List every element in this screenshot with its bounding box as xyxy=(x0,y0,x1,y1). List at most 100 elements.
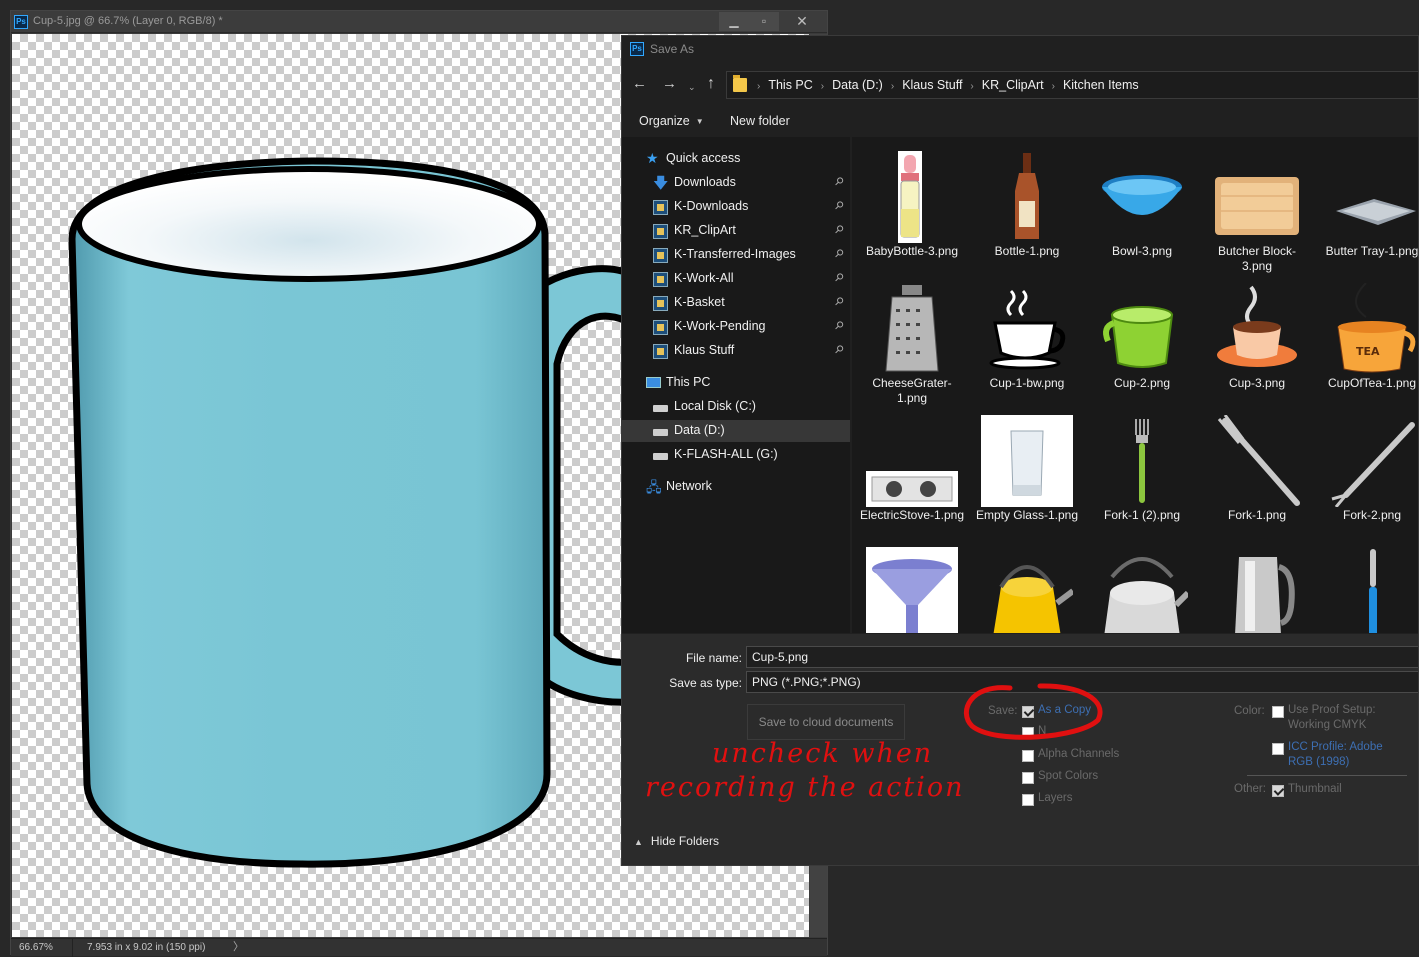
file-tile[interactable]: Butter Tray-1.png xyxy=(1318,141,1418,269)
file-tile[interactable] xyxy=(1088,537,1196,633)
file-tile[interactable] xyxy=(1203,537,1311,633)
thumbnail-checkbox[interactable] xyxy=(1272,785,1284,797)
pin-icon[interactable]: ⚲ xyxy=(832,174,847,189)
breadcrumb-separator-icon[interactable]: › xyxy=(757,81,760,92)
file-tile[interactable]: Bowl-3.png xyxy=(1088,141,1196,269)
pin-icon[interactable]: ⚲ xyxy=(832,294,847,309)
organize-button[interactable]: Organize ▼ xyxy=(639,114,704,128)
thumbnail-label: Thumbnail xyxy=(1288,783,1342,795)
nav-item[interactable]: K-Work-Pending ⚲ xyxy=(622,316,850,338)
file-tile[interactable]: Cup-3.png xyxy=(1203,273,1311,401)
forward-arrow-icon[interactable]: → xyxy=(662,74,677,94)
breadcrumb-separator-icon[interactable]: › xyxy=(821,81,824,92)
file-name: Butcher Block-3.png xyxy=(1217,244,1297,273)
nav-item[interactable]: Data (D:) xyxy=(622,420,850,442)
pin-icon[interactable]: ⚲ xyxy=(832,318,847,333)
file-tile[interactable]: Bottle-1.png xyxy=(973,141,1081,269)
pin-icon[interactable]: ⚲ xyxy=(832,222,847,237)
bowl-icon xyxy=(1102,175,1182,215)
caret-up-icon: ▲ xyxy=(634,837,643,847)
file-tile[interactable]: Cup-1-bw.png xyxy=(973,273,1081,401)
breadcrumb-item[interactable]: KR_ClipArt xyxy=(982,78,1044,92)
up-arrow-icon[interactable]: ↑ xyxy=(707,74,715,94)
maximize-button[interactable]: ▫ xyxy=(749,12,779,31)
breadcrumb-item[interactable]: Data (D:) xyxy=(832,78,883,92)
back-arrow-icon[interactable]: ← xyxy=(632,74,647,94)
file-tile[interactable]: Cup-2.png xyxy=(1088,273,1196,401)
document-info: 7.953 in x 9.02 in (150 ppi) xyxy=(87,942,206,953)
file-name: CupOfTea-1.png xyxy=(1327,376,1417,390)
nav-item[interactable]: K-Basket ⚲ xyxy=(622,292,850,314)
dialog-title-bar[interactable]: Ps Save As xyxy=(622,36,1418,64)
status-menu-arrow-icon[interactable]: 〉 xyxy=(233,939,244,957)
nav-item-label: Local Disk (C:) xyxy=(674,399,756,413)
nav-item[interactable]: K-Downloads ⚲ xyxy=(622,196,850,218)
notes-checkbox[interactable] xyxy=(1022,727,1034,739)
hide-folders-label: Hide Folders xyxy=(650,834,719,848)
alpha-channels-checkbox[interactable] xyxy=(1022,750,1034,762)
nav-item-label: K-Basket xyxy=(674,295,725,309)
document-title-bar[interactable]: Ps Cup-5.jpg @ 66.7% (Layer 0, RGB/8) * … xyxy=(11,11,827,33)
save-as-type-select[interactable]: PNG (*.PNG;*.PNG) xyxy=(746,671,1418,693)
breadcrumb-separator-icon[interactable]: › xyxy=(891,81,894,92)
use-proof-setup-checkbox[interactable] xyxy=(1272,706,1284,718)
breadcrumb-item[interactable]: Klaus Stuff xyxy=(902,78,962,92)
file-tile[interactable] xyxy=(858,537,966,633)
nav-item[interactable]: 🖧 Network xyxy=(622,476,850,498)
recent-locations-chevron-icon[interactable]: ⌄ xyxy=(688,77,696,97)
nav-item[interactable]: ★ Quick access xyxy=(622,148,850,170)
network-icon: 🖧 xyxy=(646,479,662,495)
breadcrumb-separator-icon[interactable]: › xyxy=(970,81,973,92)
nav-item[interactable]: Local Disk (C:) xyxy=(622,396,850,418)
other-label: Other: xyxy=(1234,783,1266,795)
nav-item[interactable]: 🡇 Downloads ⚲ xyxy=(622,172,850,194)
use-proof-setup-label-line2: Working CMYK xyxy=(1288,719,1367,731)
green-fork-icon xyxy=(1135,419,1149,503)
command-bar: Organize ▼ New folder xyxy=(622,106,1418,136)
address-bar[interactable]: › This PC › Data (D:) › Klaus Stuff › KR_ClipAr… xyxy=(726,71,1418,99)
file-tile[interactable]: Empty Glass-1.png xyxy=(973,405,1081,533)
file-tile[interactable]: CheeseGrater-1.png xyxy=(858,273,966,405)
pin-icon[interactable]: ⚲ xyxy=(832,198,847,213)
breadcrumb-item[interactable]: Kitchen Items xyxy=(1063,78,1139,92)
close-button[interactable]: ✕ xyxy=(779,12,825,31)
file-tile[interactable] xyxy=(973,537,1081,633)
breadcrumb-separator-icon[interactable]: › xyxy=(1052,81,1055,92)
file-tile[interactable]: Fork-2.png xyxy=(1318,405,1418,533)
zoom-level[interactable]: 66.67% xyxy=(11,939,73,957)
as-a-copy-checkbox[interactable] xyxy=(1022,706,1034,718)
icc-profile-checkbox[interactable] xyxy=(1272,743,1284,755)
nav-item[interactable]: K-Work-All ⚲ xyxy=(622,268,850,290)
file-tile[interactable]: ElectricStove-1.png xyxy=(858,405,966,533)
nav-item[interactable]: KR_ClipArt ⚲ xyxy=(622,220,850,242)
nav-item[interactable]: K-Transferred-Images ⚲ xyxy=(622,244,850,266)
tea-cup-icon: TEA xyxy=(1337,283,1416,373)
save-to-cloud-button[interactable]: Save to cloud documents xyxy=(747,704,905,740)
pin-icon[interactable]: ⚲ xyxy=(832,342,847,357)
file-tile[interactable]: BabyBottle-3.png xyxy=(858,141,966,269)
folder-thumbnail-icon xyxy=(653,344,668,359)
nav-item-label: K-Transferred-Images xyxy=(674,247,796,261)
file-tile[interactable] xyxy=(1318,537,1418,633)
file-name-input[interactable]: Cup-5.png xyxy=(746,646,1418,668)
nav-item[interactable]: Klaus Stuff ⚲ xyxy=(622,340,850,362)
file-tile[interactable]: Butcher Block-3.png xyxy=(1203,141,1311,273)
pin-icon[interactable]: ⚲ xyxy=(832,270,847,285)
file-tile[interactable]: Fork-1 (2).png xyxy=(1088,405,1196,533)
file-tile[interactable]: Fork-1.png xyxy=(1203,405,1311,533)
nav-item[interactable]: This PC xyxy=(622,372,850,394)
file-name: Cup-1-bw.png xyxy=(989,376,1065,390)
nav-item[interactable]: K-FLASH-ALL (G:) xyxy=(622,444,850,466)
new-folder-button[interactable]: New folder xyxy=(730,114,790,128)
hide-folders-button[interactable]: ▲ Hide Folders xyxy=(634,834,719,848)
butcher-block-icon xyxy=(1215,177,1299,235)
steel-kettle-icon xyxy=(1104,557,1188,633)
breadcrumb-item[interactable]: This PC xyxy=(768,78,812,92)
minimize-button[interactable]: ▁ xyxy=(719,12,749,31)
pin-icon[interactable]: ⚲ xyxy=(832,246,847,261)
options-divider xyxy=(1247,775,1407,776)
spot-colors-checkbox[interactable] xyxy=(1022,772,1034,784)
layers-checkbox[interactable] xyxy=(1022,794,1034,806)
nav-item-label: This PC xyxy=(666,375,711,389)
file-tile[interactable]: TEA CupOfTea-1.png xyxy=(1318,273,1418,401)
